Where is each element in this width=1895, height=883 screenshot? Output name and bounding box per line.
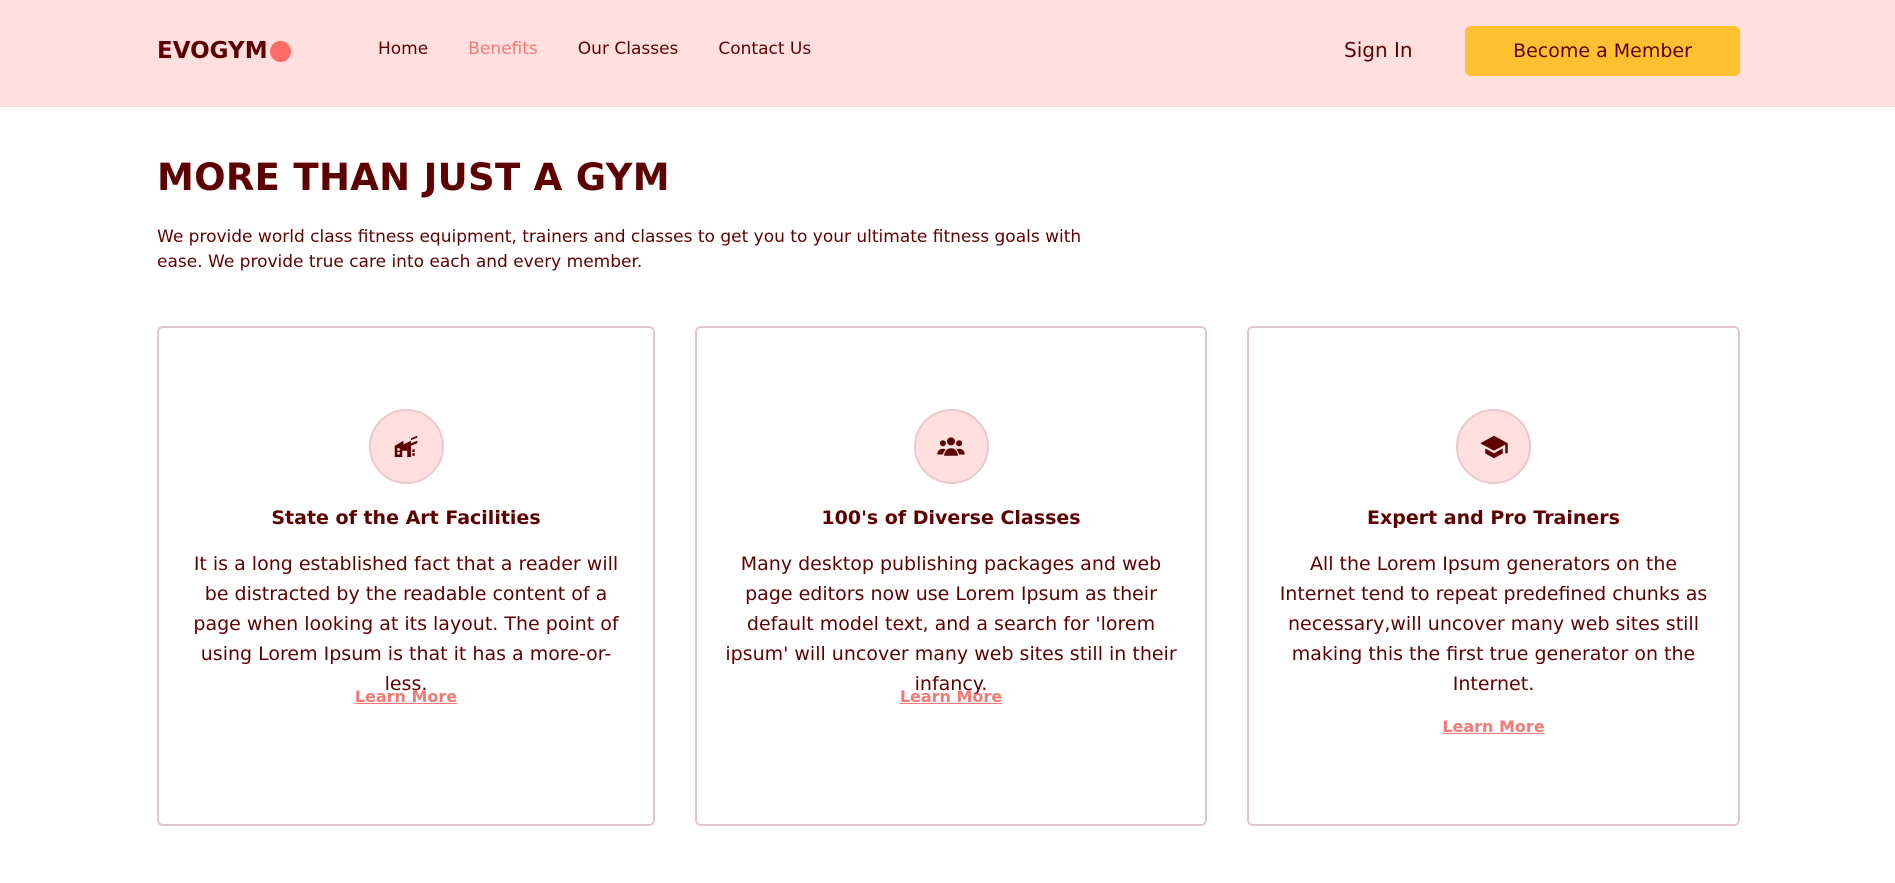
card-text: Many desktop publishing packages and web… (725, 553, 1177, 695)
card-text: It is a long established fact that a rea… (193, 553, 619, 695)
logo-dot-icon (269, 40, 291, 62)
card-title: Expert and Pro Trainers (1367, 507, 1620, 529)
home-modern-icon-svg (394, 435, 418, 457)
user-group-icon-svg (937, 436, 965, 456)
nav-link-home[interactable]: Home (378, 39, 428, 59)
nav-link-contact-us[interactable]: Contact Us (718, 39, 811, 59)
home-modern-icon (368, 409, 444, 484)
section-description: We provide world class fitness equipment… (157, 227, 1082, 272)
benefit-card-facilities: State of the Art Facilities It is a long… (157, 326, 655, 826)
sign-in-link[interactable]: Sign In (1344, 38, 1413, 62)
card-text: All the Lorem Ipsum generators on the In… (1279, 553, 1708, 695)
card-title: 100's of Diverse Classes (821, 507, 1081, 529)
academic-cap-icon (1456, 409, 1531, 484)
logo-text: EVOGYM (157, 38, 268, 64)
card-title: State of the Art Facilities (271, 507, 541, 529)
learn-more-link[interactable]: Learn More (697, 687, 1205, 706)
nav-link-benefits[interactable]: Benefits (468, 39, 538, 59)
navbar: EVOGYM Home Benefits Our Classes Contact… (0, 0, 1895, 107)
learn-more-link[interactable]: Learn More (159, 687, 653, 706)
nav-links: Home Benefits Our Classes Contact Us (378, 39, 811, 59)
academic-cap-icon-svg (1479, 435, 1508, 458)
section-title: MORE THAN JUST A GYM (157, 156, 670, 199)
logo[interactable]: EVOGYM (157, 37, 291, 65)
user-group-icon (913, 409, 989, 484)
nav-link-our-classes[interactable]: Our Classes (578, 39, 679, 59)
benefit-card-trainers: Expert and Pro Trainers All the Lorem Ip… (1247, 326, 1740, 826)
learn-more-link[interactable]: Learn More (1249, 717, 1738, 736)
become-member-button[interactable]: Become a Member (1465, 26, 1740, 76)
benefit-card-classes: 100's of Diverse Classes Many desktop pu… (695, 326, 1207, 826)
